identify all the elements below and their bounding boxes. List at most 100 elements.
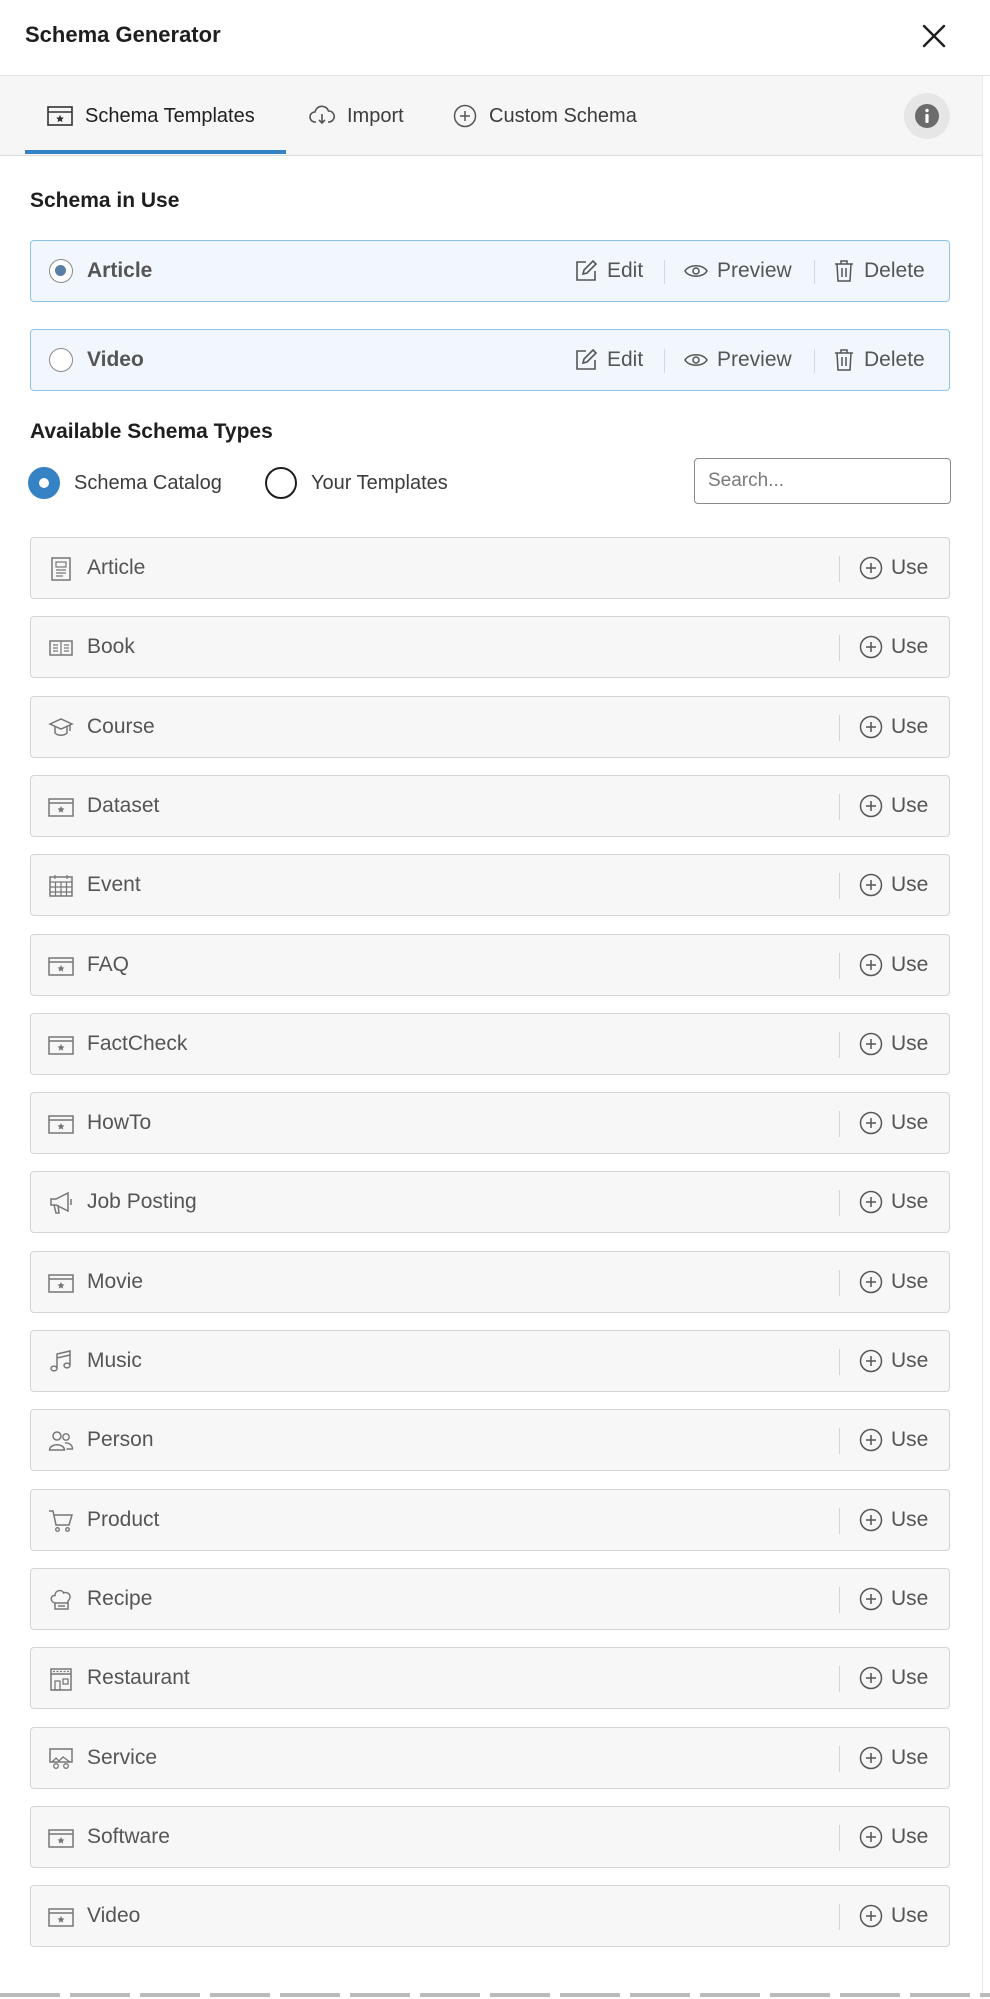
- trash-icon: [833, 348, 855, 372]
- use-button[interactable]: Use: [859, 1728, 928, 1788]
- plus-circle-icon: [859, 556, 883, 580]
- schema-in-use-heading: Schema in Use: [30, 189, 180, 212]
- divider: [839, 1111, 840, 1138]
- schema-type-row: Book Use: [30, 616, 950, 679]
- schema-type-row: Restaurant Use: [30, 1647, 950, 1710]
- divider: [839, 1745, 840, 1772]
- plus-circle-icon: [859, 1666, 883, 1690]
- edit-label: Edit: [607, 259, 644, 282]
- divider: [839, 793, 840, 820]
- tab-custom-schema[interactable]: Custom Schema: [453, 76, 637, 156]
- divider: [839, 873, 840, 900]
- close-icon[interactable]: [918, 20, 950, 52]
- edit-label: Edit: [607, 348, 644, 371]
- people-icon: [48, 1428, 74, 1454]
- tab-bar: Schema Templates Import Custom Schema: [0, 76, 982, 156]
- use-label: Use: [891, 1269, 929, 1293]
- schema-type-name: Music: [87, 1349, 142, 1372]
- modal-title: Schema Generator: [25, 22, 221, 47]
- plus-circle-icon: [859, 1825, 883, 1849]
- schema-type-row: Video Use: [30, 1885, 950, 1948]
- use-button[interactable]: Use: [859, 855, 928, 915]
- divider: [664, 349, 665, 373]
- search-input[interactable]: [694, 458, 951, 504]
- scrollbar-track[interactable]: [982, 76, 990, 1999]
- use-label: Use: [891, 1745, 929, 1769]
- use-label: Use: [891, 793, 929, 817]
- use-button[interactable]: Use: [859, 1490, 928, 1550]
- plus-circle-icon: [859, 794, 883, 818]
- use-button[interactable]: Use: [859, 1886, 928, 1946]
- radio-button[interactable]: [28, 467, 60, 499]
- divider: [839, 1190, 840, 1217]
- use-button[interactable]: Use: [859, 1648, 928, 1708]
- divider: [839, 1349, 840, 1375]
- filter-schema-catalog[interactable]: Schema Catalog: [28, 467, 222, 499]
- use-button[interactable]: Use: [859, 935, 928, 995]
- info-icon[interactable]: [904, 93, 950, 139]
- template-icon: [48, 1904, 74, 1930]
- use-button[interactable]: Use: [859, 1807, 928, 1867]
- schema-name: Article: [87, 259, 153, 282]
- schema-type-row: Product Use: [30, 1488, 950, 1551]
- use-button[interactable]: Use: [859, 1252, 928, 1312]
- use-button[interactable]: Use: [859, 1172, 928, 1232]
- use-button[interactable]: Use: [859, 1014, 928, 1074]
- divider: [839, 1824, 840, 1851]
- plus-circle-icon: [859, 1428, 883, 1452]
- template-icon: [48, 1825, 74, 1851]
- delete-button[interactable]: Delete: [833, 330, 925, 390]
- template-icon: [48, 953, 74, 979]
- schema-type-name: Restaurant: [87, 1666, 190, 1690]
- tab-schema-templates[interactable]: Schema Templates: [47, 76, 255, 156]
- schema-select-radio[interactable]: [49, 348, 73, 372]
- divider: [839, 1428, 840, 1455]
- use-button[interactable]: Use: [859, 697, 928, 757]
- store-icon: [48, 1666, 74, 1692]
- template-icon: [48, 1270, 74, 1296]
- use-button[interactable]: Use: [859, 776, 928, 836]
- schema-type-name: Service: [87, 1745, 158, 1769]
- use-button[interactable]: Use: [859, 1569, 928, 1629]
- divider: [814, 260, 815, 284]
- delete-button[interactable]: Delete: [833, 241, 925, 301]
- divider: [664, 260, 665, 284]
- edit-button[interactable]: Edit: [574, 241, 643, 301]
- tab-import[interactable]: Import: [309, 76, 404, 156]
- filter-your-templates[interactable]: Your Templates: [265, 467, 448, 499]
- radio-button[interactable]: [265, 467, 297, 499]
- trash-icon: [833, 259, 855, 283]
- schema-select-radio[interactable]: [49, 259, 73, 283]
- plus-circle-icon: [859, 1111, 883, 1135]
- template-icon: [48, 794, 74, 820]
- active-tab-indicator: [25, 150, 286, 154]
- schema-type-row: Movie Use: [30, 1250, 950, 1313]
- schema-in-use-item[interactable]: Article Edit Preview Delete: [30, 240, 950, 302]
- preview-button[interactable]: Preview: [684, 330, 792, 390]
- preview-label: Preview: [717, 348, 792, 371]
- plus-circle-icon: [859, 635, 883, 659]
- use-label: Use: [891, 714, 929, 738]
- use-button[interactable]: Use: [859, 1410, 928, 1470]
- use-label: Use: [891, 1349, 929, 1372]
- plus-circle-icon: [859, 715, 883, 739]
- schema-type-name: Recipe: [87, 1586, 153, 1610]
- use-label: Use: [891, 1031, 929, 1055]
- service-desk-icon: [48, 1746, 74, 1772]
- preview-button[interactable]: Preview: [684, 241, 792, 301]
- schema-type-row: FactCheck Use: [30, 1012, 950, 1075]
- use-button[interactable]: Use: [859, 617, 928, 677]
- schema-type-row: Course Use: [30, 695, 950, 758]
- plus-circle-icon: [859, 953, 883, 977]
- use-button[interactable]: Use: [859, 538, 928, 598]
- book-icon: [48, 635, 74, 661]
- edit-button[interactable]: Edit: [574, 330, 643, 390]
- use-button[interactable]: Use: [859, 1093, 928, 1153]
- divider: [839, 1031, 840, 1058]
- plus-circle-icon: [859, 1270, 883, 1294]
- schema-in-use-item[interactable]: Video Edit Preview Delete: [30, 329, 950, 391]
- divider: [839, 1586, 840, 1613]
- schema-type-name: FAQ: [87, 952, 130, 976]
- use-button[interactable]: Use: [859, 1331, 928, 1391]
- template-icon: [48, 1111, 74, 1137]
